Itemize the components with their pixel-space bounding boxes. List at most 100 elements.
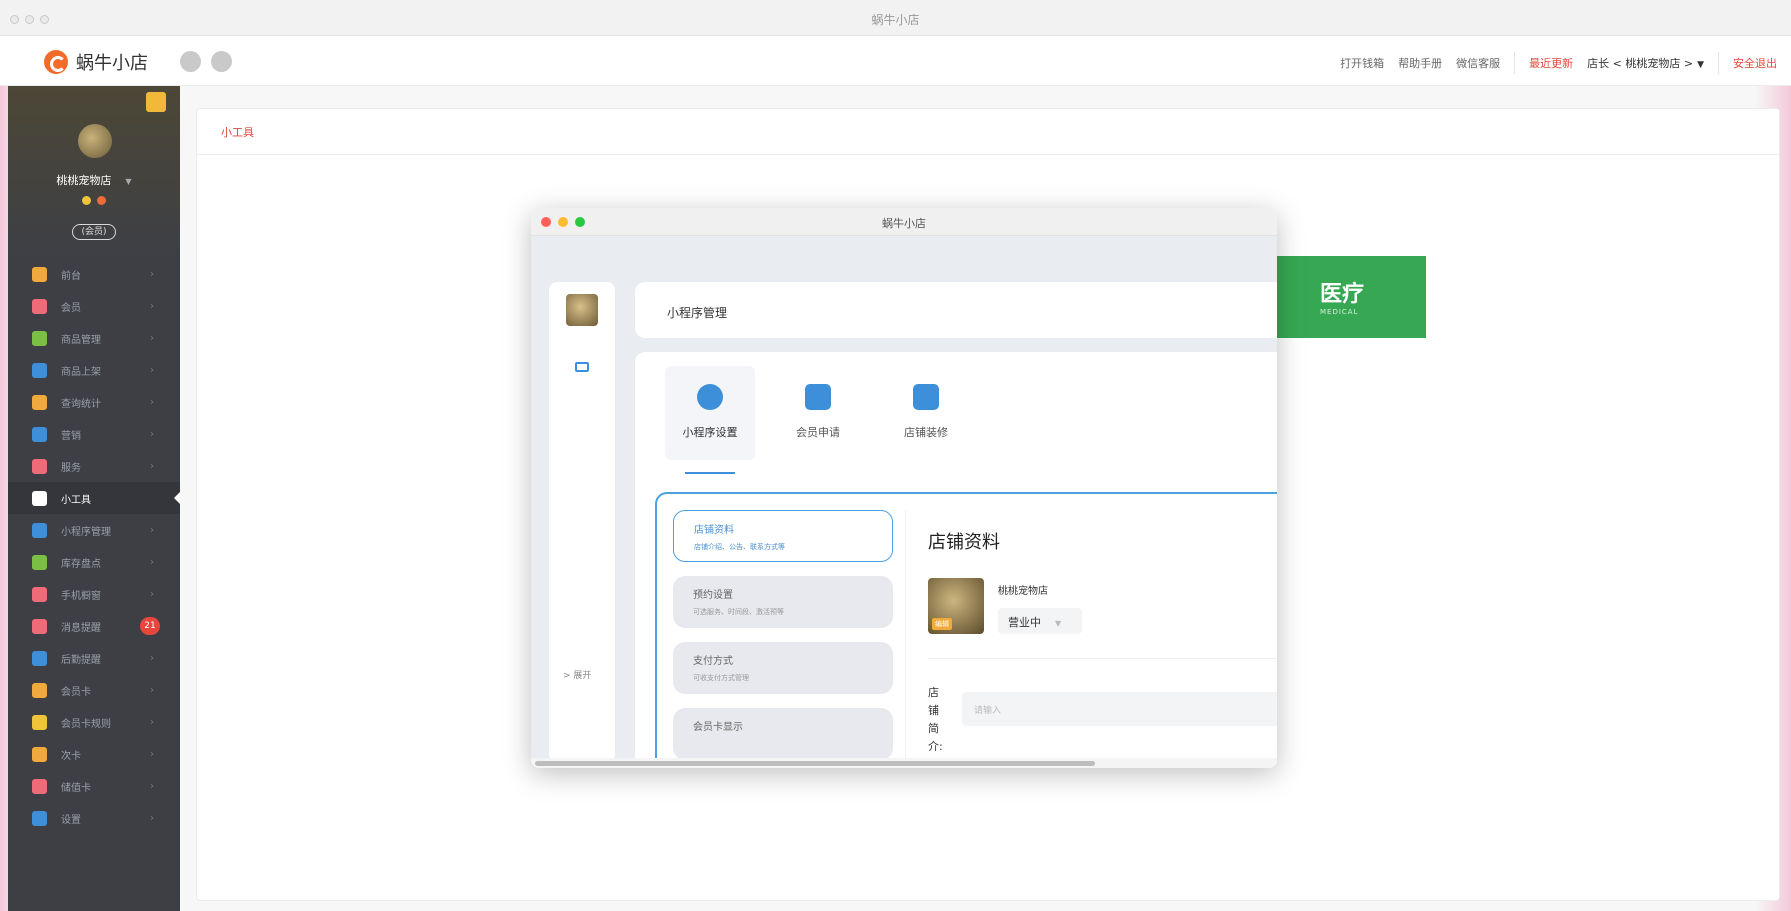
option-member-card-display[interactable]: 会员卡显示	[673, 708, 893, 760]
chevron-right-icon: ›	[150, 396, 154, 408]
medical-tile[interactable]: 医疗 MEDICAL	[1268, 256, 1426, 338]
shop-name[interactable]: 桃桃宠物店 ▼	[8, 172, 180, 188]
tab-store-decoration[interactable]: 店铺装修	[881, 366, 971, 460]
mini-titlebar: 蜗牛小店	[531, 208, 1277, 236]
tab-mini-program-settings[interactable]: 小程序设置	[665, 366, 755, 474]
chevron-right-icon: ›	[150, 332, 154, 344]
mini-body: > 展开 小程序管理 小程序设置 会员申请 店铺装修 店铺资料 店铺介绍、公告、…	[531, 236, 1277, 768]
sidebar-item[interactable]: 小工具	[8, 482, 180, 514]
sidebar-item[interactable]: 库存盘点 ›	[8, 546, 180, 578]
sidebar-item[interactable]: 商品上架 ›	[8, 354, 180, 386]
status-select[interactable]: 营业中 ▼	[998, 608, 1082, 634]
sidebar-item[interactable]: 查询统计 ›	[8, 386, 180, 418]
store-selector-label: 店长 < 桃桃宠物店 >	[1587, 57, 1694, 70]
sidebar-item[interactable]: 设置 ›	[8, 802, 180, 834]
menu-icon	[32, 458, 47, 474]
wechat-support-link[interactable]: 微信客服	[1456, 55, 1500, 71]
sidebar-item[interactable]: 营销 ›	[8, 418, 180, 450]
option-payment-methods[interactable]: 支付方式 可收支付方式管理	[673, 642, 893, 694]
intro-input[interactable]: 请输入	[962, 692, 1277, 726]
expand-button[interactable]: > 展开	[563, 668, 591, 681]
sidebar-item[interactable]: 储值卡 ›	[8, 770, 180, 802]
sidebar-item-label: 会员卡	[61, 686, 91, 698]
chevron-right-icon: ›	[150, 460, 154, 472]
forward-button[interactable]	[211, 51, 232, 72]
option-store-info[interactable]: 店铺资料 店铺介绍、公告、联系方式等	[673, 510, 893, 562]
menu-icon	[32, 746, 47, 762]
option-booking-settings[interactable]: 预约设置 可选服务、时间段、激活预等	[673, 576, 893, 628]
chevron-right-icon: ›	[150, 716, 154, 728]
sidebar: 桃桃宠物店 ▼ (会员) 前台 › 会员 › 商品管理 › 商品上架 › 查询统计 › 营销 › 服务 › 小…	[8, 86, 180, 911]
sidebar-item[interactable]: 会员 ›	[8, 290, 180, 322]
help-manual-link[interactable]: 帮助手册	[1398, 55, 1442, 71]
medical-title: 医疗	[1320, 282, 1365, 307]
mini-window-title: 蜗牛小店	[882, 217, 926, 230]
star-icon	[97, 196, 106, 205]
avatar[interactable]	[566, 294, 598, 326]
breadcrumb-current[interactable]: 小工具	[221, 124, 254, 140]
tab-label: 会员申请	[796, 426, 840, 439]
menu-icon	[32, 618, 47, 634]
scrollbar-thumb[interactable]	[535, 761, 1095, 766]
sidebar-item[interactable]: 后勤提醒 ›	[8, 642, 180, 674]
logo-text: 蜗牛小店	[76, 53, 148, 74]
sidebar-item[interactable]: 消息提醒 21	[8, 610, 180, 642]
store-info-title: 店铺资料	[928, 532, 1000, 553]
sidebar-item-label: 会员	[61, 302, 81, 314]
sidebar-item-label: 营销	[61, 430, 81, 442]
active-tab-indicator	[685, 472, 735, 474]
sidebar-item-label: 小程序管理	[61, 526, 111, 538]
badges	[8, 196, 180, 205]
snail-logo-icon	[44, 50, 68, 74]
menu-icon	[32, 810, 47, 826]
back-button[interactable]	[180, 51, 201, 72]
sidebar-item[interactable]: 会员卡 ›	[8, 674, 180, 706]
open-cashbox-link[interactable]: 打开钱箱	[1340, 55, 1384, 71]
sidebar-item[interactable]: 服务 ›	[8, 450, 180, 482]
breadcrumb: 小工具	[197, 109, 1779, 155]
chevron-right-icon: ›	[150, 556, 154, 568]
monitor-icon[interactable]	[575, 362, 589, 372]
divider	[928, 658, 1277, 659]
store-selector[interactable]: 店长 < 桃桃宠物店 > ▼	[1587, 55, 1704, 71]
menu-icon	[32, 330, 47, 346]
sidebar-item[interactable]: 手机橱窗 ›	[8, 578, 180, 610]
crown-icon[interactable]	[146, 92, 166, 112]
app-logo[interactable]: 蜗牛小店	[44, 49, 148, 75]
avatar[interactable]	[78, 124, 112, 158]
tab-label: 店铺装修	[904, 426, 948, 439]
menu-icon	[32, 298, 47, 314]
menu-icon	[32, 394, 47, 410]
logout-link[interactable]: 安全退出	[1733, 55, 1777, 71]
window-titlebar: 蜗牛小店	[0, 0, 1791, 36]
edit-tag[interactable]: 编辑	[932, 618, 952, 630]
shop-name: 桃桃宠物店	[998, 586, 1048, 597]
horizontal-scrollbar[interactable]	[531, 758, 1277, 768]
menu-icon	[32, 682, 47, 698]
recent-update-link[interactable]: 最近更新	[1529, 55, 1573, 71]
chevron-down-icon: ▼	[1697, 60, 1704, 70]
option-title: 会员卡显示	[693, 722, 743, 733]
member-tag[interactable]: (会员)	[72, 224, 116, 240]
menu-icon	[32, 586, 47, 602]
menu-icon	[32, 714, 47, 730]
sidebar-item-label: 商品上架	[61, 366, 101, 378]
sidebar-item[interactable]: 小程序管理 ›	[8, 514, 180, 546]
shop-image[interactable]: 编辑	[928, 578, 984, 634]
sidebar-item[interactable]: 前台 ›	[8, 258, 180, 290]
sidebar-item[interactable]: 商品管理 ›	[8, 322, 180, 354]
sidebar-item-label: 查询统计	[61, 398, 101, 410]
menu-icon	[32, 522, 47, 538]
settings-box: 店铺资料 店铺介绍、公告、联系方式等 预约设置 可选服务、时间段、激活预等 支付…	[655, 492, 1277, 768]
mini-tabs: 小程序设置 会员申请 店铺装修	[665, 366, 971, 474]
divider	[1514, 52, 1516, 74]
tab-member-application[interactable]: 会员申请	[773, 366, 863, 460]
sidebar-item[interactable]: 次卡 ›	[8, 738, 180, 770]
chevron-right-icon: ›	[150, 428, 154, 440]
status-value: 营业中	[1008, 616, 1041, 629]
menu-icon	[32, 650, 47, 666]
sidebar-item[interactable]: 会员卡规则 ›	[8, 706, 180, 738]
sidebar-item-label: 设置	[61, 814, 81, 826]
divider	[1718, 52, 1719, 74]
chevron-down-icon: ▼	[125, 177, 132, 186]
